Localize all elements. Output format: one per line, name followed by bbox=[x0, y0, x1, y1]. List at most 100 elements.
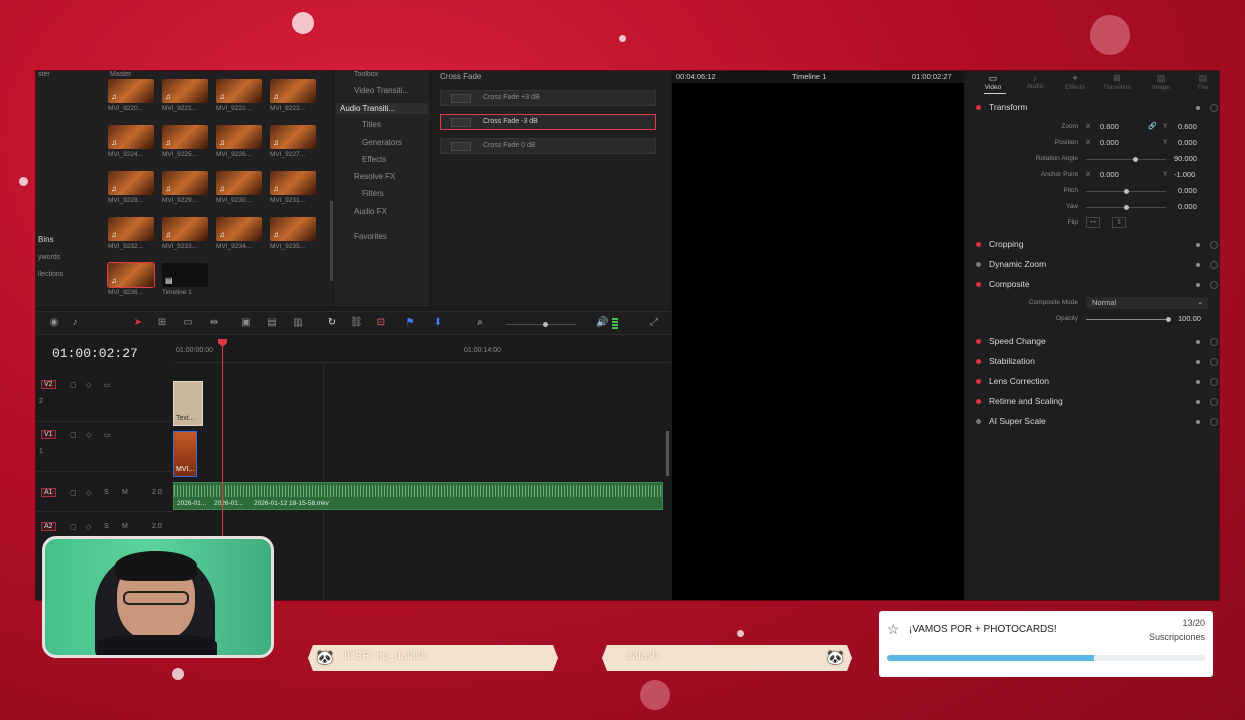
solo-button[interactable]: S bbox=[104, 523, 109, 530]
lock-icon[interactable]: ▢ bbox=[70, 381, 77, 389]
yaw-field[interactable]: 0.000 bbox=[1178, 202, 1197, 211]
speaker-icon[interactable]: 🔊 bbox=[596, 317, 608, 329]
keyframe-icon[interactable] bbox=[1196, 243, 1200, 247]
media-clip[interactable]: ♫ MVI_9230... bbox=[216, 171, 262, 207]
enabled-indicator[interactable] bbox=[976, 359, 981, 365]
yaw-slider-knob[interactable] bbox=[1124, 205, 1129, 210]
reset-icon[interactable] bbox=[1210, 358, 1218, 366]
blade-icon[interactable]: ▭ bbox=[182, 317, 194, 329]
sidebar-keywords[interactable]: ywords bbox=[38, 254, 60, 261]
tab-video[interactable]: ▭ Video bbox=[976, 73, 1010, 91]
anchor-y-field[interactable]: -1.000 bbox=[1174, 170, 1195, 179]
media-clip[interactable]: ♫ MVI_9222... bbox=[216, 79, 262, 115]
enabled-indicator[interactable] bbox=[976, 379, 981, 385]
track-monitor-icon[interactable]: ▭ bbox=[104, 431, 111, 439]
opacity-slider[interactable] bbox=[1086, 319, 1166, 320]
rotation-slider-knob[interactable] bbox=[1133, 157, 1138, 162]
solo-button[interactable]: S bbox=[104, 489, 109, 496]
enabled-indicator[interactable] bbox=[976, 282, 981, 288]
media-clip[interactable]: ♫ MVI_9234... bbox=[216, 217, 262, 253]
tab-transition[interactable]: ⊠ Transition bbox=[1100, 73, 1134, 91]
auto-select-icon[interactable]: ◇ bbox=[86, 381, 91, 389]
effects-category-item[interactable]: Audio FX bbox=[354, 207, 387, 216]
section-speed-change[interactable]: Speed Change bbox=[976, 336, 1046, 346]
effects-category-item[interactable]: Generators bbox=[362, 138, 402, 147]
track-v1-tag[interactable]: V1 bbox=[41, 430, 56, 439]
position-x-field[interactable]: 0.000 bbox=[1100, 138, 1119, 147]
reset-icon[interactable] bbox=[1210, 378, 1218, 386]
anchor-x-field[interactable]: 0.000 bbox=[1100, 170, 1119, 179]
media-clip[interactable]: ♫ MVI_9220... bbox=[108, 79, 154, 115]
track-v2-tag[interactable]: V2 bbox=[41, 380, 56, 389]
eye-icon[interactable]: ◉ bbox=[48, 317, 60, 329]
viewer-title[interactable]: Timeline 1 bbox=[792, 72, 826, 81]
media-clip[interactable]: ♫ MVI_9231... bbox=[270, 171, 316, 207]
transition-item[interactable]: Cross Fade +3 dB bbox=[440, 90, 656, 106]
composite-mode-dropdown[interactable]: Normal ⌄ bbox=[1086, 297, 1208, 309]
reset-icon[interactable] bbox=[1210, 338, 1218, 346]
enabled-indicator[interactable] bbox=[976, 399, 981, 405]
auto-select-icon[interactable]: ◇ bbox=[86, 431, 91, 439]
reset-icon[interactable] bbox=[1210, 281, 1218, 289]
flip-vertical-icon[interactable]: ⇳ bbox=[1112, 217, 1126, 228]
reset-icon[interactable] bbox=[1210, 418, 1218, 426]
section-stabilization[interactable]: Stabilization bbox=[976, 356, 1035, 366]
keyframe-icon[interactable] bbox=[1196, 360, 1200, 364]
auto-select-icon[interactable]: ◇ bbox=[86, 523, 91, 531]
mute-button[interactable]: M bbox=[122, 489, 128, 496]
mute-button[interactable]: M bbox=[122, 523, 128, 530]
opacity-field[interactable]: 100.00 bbox=[1178, 314, 1201, 323]
v2-text-clip[interactable]: Text... bbox=[173, 381, 203, 426]
keyframe-icon[interactable] bbox=[1196, 340, 1200, 344]
media-clip[interactable]: ♫ MVI_9229... bbox=[162, 171, 208, 207]
flag-icon[interactable]: ⚑ bbox=[404, 317, 416, 329]
position-y-field[interactable]: 0.000 bbox=[1178, 138, 1197, 147]
timeline-thumbnail[interactable]: ▤ Timeline 1 bbox=[162, 263, 208, 299]
enabled-indicator[interactable] bbox=[976, 339, 981, 345]
opacity-slider-knob[interactable] bbox=[1166, 317, 1171, 322]
effects-category-item[interactable]: Favorites bbox=[354, 232, 387, 241]
pool-header-master[interactable]: Master bbox=[110, 71, 131, 78]
section-transform[interactable]: Transform bbox=[976, 102, 1027, 112]
timeline-ruler[interactable]: 01:00:00:00 01:00:14:00 bbox=[174, 341, 671, 363]
effects-category-item[interactable]: Titles bbox=[362, 120, 381, 129]
media-clip[interactable]: ♫ MVI_9223... bbox=[270, 79, 316, 115]
media-clip[interactable]: ♫ MVI_9232... bbox=[108, 217, 154, 253]
reset-icon[interactable] bbox=[1210, 261, 1218, 269]
enabled-indicator[interactable] bbox=[976, 262, 981, 268]
section-retime-and-scaling[interactable]: Retime and Scaling bbox=[976, 396, 1063, 406]
link-icon[interactable]: ⛓ bbox=[350, 317, 363, 329]
media-clip[interactable]: ♫ MVI_9224... bbox=[108, 125, 154, 161]
media-clip[interactable]: ♫ MVI_9226... bbox=[216, 125, 262, 161]
pitch-slider-knob[interactable] bbox=[1124, 189, 1129, 194]
section-cropping[interactable]: Cropping bbox=[976, 239, 1024, 249]
effects-category-item[interactable]: Video Transiti... bbox=[354, 86, 409, 95]
zoom-icon[interactable]: ⌕ bbox=[474, 317, 486, 329]
snapping-icon[interactable]: ↻ bbox=[326, 317, 338, 329]
fullscreen-icon[interactable]: ⤢ bbox=[648, 317, 660, 329]
tab-audio[interactable]: ♪ Audio bbox=[1018, 73, 1052, 90]
zoom-x-field[interactable]: 0.600 bbox=[1100, 122, 1119, 131]
a1-audio-clip[interactable]: 2026-01... 2026-01... 2026-01-12 18-15-5… bbox=[173, 482, 663, 510]
insert-icon[interactable]: ▣ bbox=[240, 317, 252, 329]
pool-scrollbar[interactable] bbox=[330, 201, 333, 281]
trim-icon[interactable]: ⊞ bbox=[156, 317, 168, 329]
media-clip[interactable]: ♫ MVI_9227... bbox=[270, 125, 316, 161]
section-ai-super-scale[interactable]: AI Super Scale bbox=[976, 416, 1046, 426]
enabled-indicator[interactable] bbox=[976, 105, 981, 111]
tab-image[interactable]: ▨ Image bbox=[1144, 73, 1178, 91]
transition-item[interactable]: Cross Fade -3 dB bbox=[440, 114, 656, 130]
keyframe-icon[interactable] bbox=[1196, 380, 1200, 384]
lock-icon[interactable]: ⊡ bbox=[375, 317, 387, 329]
flip-horizontal-icon[interactable]: ⇿ bbox=[1086, 217, 1100, 228]
enabled-indicator[interactable] bbox=[976, 419, 981, 425]
v1-video-clip[interactable]: MVI... bbox=[173, 431, 197, 477]
media-clip[interactable]: ♫ MVI_9225... bbox=[162, 125, 208, 161]
effects-category-item[interactable]: Effects bbox=[362, 155, 386, 164]
keyframe-icon[interactable] bbox=[1196, 400, 1200, 404]
zoom-slider[interactable] bbox=[506, 324, 576, 325]
media-clip[interactable]: ♫ MVI_9235... bbox=[270, 217, 316, 253]
track-a1-tag[interactable]: A1 bbox=[41, 488, 56, 497]
auto-select-icon[interactable]: ◇ bbox=[86, 489, 91, 497]
media-clip[interactable]: ♫ MVI_9228... bbox=[108, 171, 154, 207]
